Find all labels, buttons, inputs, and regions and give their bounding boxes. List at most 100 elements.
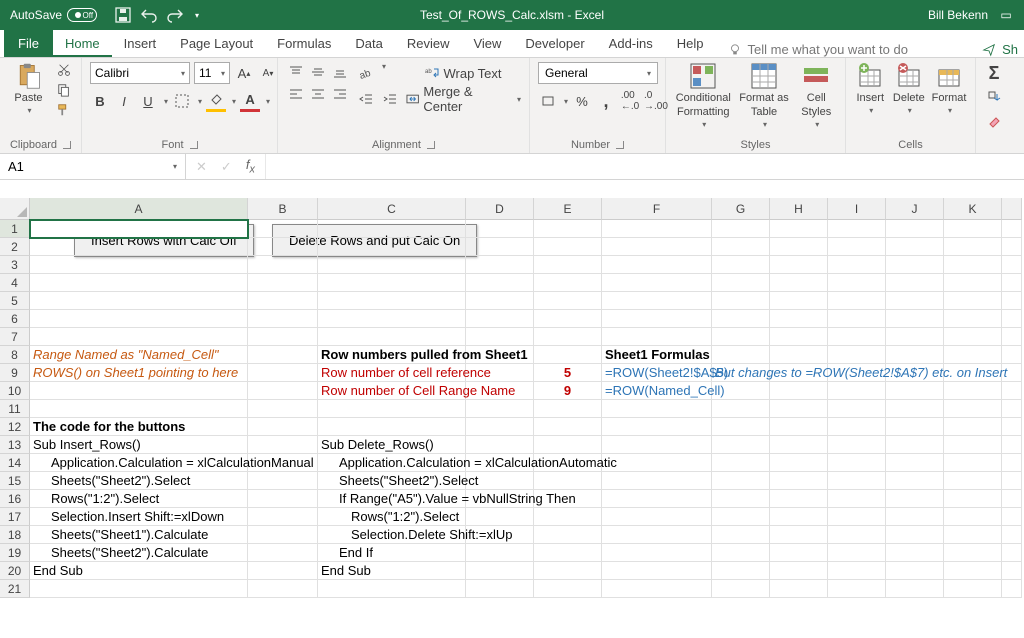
cell-G8[interactable] xyxy=(712,346,770,364)
cell-I3[interactable] xyxy=(828,256,886,274)
cell-C15[interactable]: Sheets("Sheet2").Select xyxy=(318,472,466,490)
cell-J2[interactable] xyxy=(886,238,944,256)
cell-H13[interactable] xyxy=(770,436,828,454)
cell-A10[interactable] xyxy=(30,382,248,400)
cell-I13[interactable] xyxy=(828,436,886,454)
accounting-format-button[interactable] xyxy=(538,90,558,112)
cell-K15[interactable] xyxy=(944,472,1002,490)
cell-D11[interactable] xyxy=(466,400,534,418)
cell-I5[interactable] xyxy=(828,292,886,310)
cell-K14[interactable] xyxy=(944,454,1002,472)
percent-button[interactable]: % xyxy=(572,90,592,112)
cell-J15[interactable] xyxy=(886,472,944,490)
cell-H11[interactable] xyxy=(770,400,828,418)
cell-G6[interactable] xyxy=(712,310,770,328)
cell-J12[interactable] xyxy=(886,418,944,436)
bold-button[interactable]: B xyxy=(90,90,110,112)
cell-L7[interactable] xyxy=(1002,328,1022,346)
font-name-select[interactable]: Calibri▾ xyxy=(90,62,190,84)
cell-J19[interactable] xyxy=(886,544,944,562)
cell-G2[interactable] xyxy=(712,238,770,256)
cell-D6[interactable] xyxy=(466,310,534,328)
cell-G12[interactable] xyxy=(712,418,770,436)
align-bottom-button[interactable] xyxy=(330,62,350,82)
cell-G9[interactable]: But changes to =ROW(Sheet2!$A$7) etc. on… xyxy=(712,364,770,382)
cell-E21[interactable] xyxy=(534,580,602,598)
decrease-decimal-button[interactable]: .0→.00 xyxy=(644,90,668,112)
cell-F20[interactable] xyxy=(602,562,712,580)
copy-button[interactable] xyxy=(55,82,73,98)
cell-C8[interactable]: Row numbers pulled from Sheet1 xyxy=(318,346,466,364)
cell-C21[interactable] xyxy=(318,580,466,598)
tab-home[interactable]: Home xyxy=(53,30,112,57)
cell-G19[interactable] xyxy=(712,544,770,562)
cell-F2[interactable] xyxy=(602,238,712,256)
cell-J5[interactable] xyxy=(886,292,944,310)
cell-F9[interactable]: =ROW(Sheet2!$A$5) xyxy=(602,364,712,382)
row-header-14[interactable]: 14 xyxy=(0,454,30,472)
cell-C18[interactable]: Selection.Delete Shift:=xlUp xyxy=(318,526,466,544)
cell-G21[interactable] xyxy=(712,580,770,598)
cell-H20[interactable] xyxy=(770,562,828,580)
cell-E5[interactable] xyxy=(534,292,602,310)
cell-H3[interactable] xyxy=(770,256,828,274)
cell-L12[interactable] xyxy=(1002,418,1022,436)
cell-B7[interactable] xyxy=(248,328,318,346)
row-header-16[interactable]: 16 xyxy=(0,490,30,508)
cell-J7[interactable] xyxy=(886,328,944,346)
cell-H5[interactable] xyxy=(770,292,828,310)
row-header-15[interactable]: 15 xyxy=(0,472,30,490)
cell-I21[interactable] xyxy=(828,580,886,598)
tab-data[interactable]: Data xyxy=(343,30,394,57)
cell-L10[interactable] xyxy=(1002,382,1022,400)
cell-I16[interactable] xyxy=(828,490,886,508)
tell-me-search[interactable]: Tell me what you want to do xyxy=(728,42,908,57)
align-top-button[interactable] xyxy=(286,62,306,82)
cell-G1[interactable] xyxy=(712,220,770,238)
cell-K7[interactable] xyxy=(944,328,1002,346)
cell-F12[interactable] xyxy=(602,418,712,436)
cell-A15[interactable]: Sheets("Sheet2").Select xyxy=(30,472,248,490)
delete-cells-button[interactable]: Delete▾ xyxy=(893,62,926,115)
cell-F4[interactable] xyxy=(602,274,712,292)
cell-G13[interactable] xyxy=(712,436,770,454)
cell-L4[interactable] xyxy=(1002,274,1022,292)
tab-formulas[interactable]: Formulas xyxy=(265,30,343,57)
row-header-11[interactable]: 11 xyxy=(0,400,30,418)
cell-C7[interactable] xyxy=(318,328,466,346)
cell-C14[interactable]: Application.Calculation = xlCalculationA… xyxy=(318,454,466,472)
cell-C9[interactable]: Row number of cell reference xyxy=(318,364,466,382)
cell-E4[interactable] xyxy=(534,274,602,292)
cell-H16[interactable] xyxy=(770,490,828,508)
cell-G15[interactable] xyxy=(712,472,770,490)
cell-G14[interactable] xyxy=(712,454,770,472)
cell-A14[interactable]: Application.Calculation = xlCalculationM… xyxy=(30,454,248,472)
align-left-button[interactable] xyxy=(286,84,306,104)
cell-D19[interactable] xyxy=(466,544,534,562)
cell-E12[interactable] xyxy=(534,418,602,436)
cell-K20[interactable] xyxy=(944,562,1002,580)
cell-E17[interactable] xyxy=(534,508,602,526)
cell-B20[interactable] xyxy=(248,562,318,580)
col-header-I[interactable]: I xyxy=(828,198,886,220)
cell-E10[interactable]: 9 xyxy=(534,382,602,400)
tab-file[interactable]: File xyxy=(4,30,53,57)
cell-E3[interactable] xyxy=(534,256,602,274)
cell-L17[interactable] xyxy=(1002,508,1022,526)
cell-H1[interactable] xyxy=(770,220,828,238)
cell-D3[interactable] xyxy=(466,256,534,274)
col-header-E[interactable]: E xyxy=(534,198,602,220)
cell-B15[interactable] xyxy=(248,472,318,490)
tab-developer[interactable]: Developer xyxy=(513,30,596,57)
comma-button[interactable]: , xyxy=(596,90,616,112)
cell-C4[interactable] xyxy=(318,274,466,292)
cell-A17[interactable]: Selection.Insert Shift:=xlDown xyxy=(30,508,248,526)
cell-B4[interactable] xyxy=(248,274,318,292)
tab-review[interactable]: Review xyxy=(395,30,462,57)
cell-L8[interactable] xyxy=(1002,346,1022,364)
formula-input[interactable] xyxy=(266,154,1024,179)
cell-A7[interactable] xyxy=(30,328,248,346)
cell-B17[interactable] xyxy=(248,508,318,526)
tab-addins[interactable]: Add-ins xyxy=(597,30,665,57)
share-label[interactable]: Sh xyxy=(1002,42,1018,57)
